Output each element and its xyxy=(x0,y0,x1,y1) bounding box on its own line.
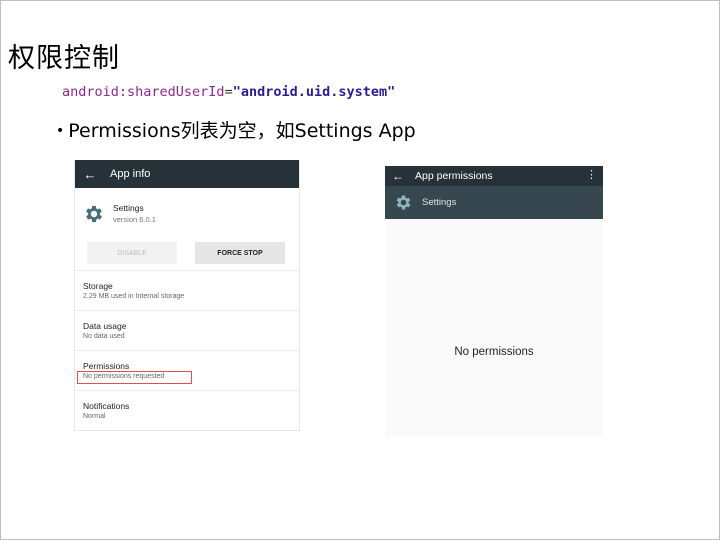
app-name: Settings xyxy=(113,203,144,213)
app-info-toolbar: ← App info xyxy=(75,160,299,188)
gear-icon xyxy=(394,193,413,212)
code-attribute: android:sharedUserId xyxy=(62,84,225,100)
storage-section[interactable]: Storage 2.29 MB used in Internal storage xyxy=(75,270,299,311)
gear-icon xyxy=(83,203,105,225)
data-usage-section[interactable]: Data usage No data used xyxy=(75,310,299,351)
bullet-dot-icon: • xyxy=(56,123,65,139)
slide-title: 权限控制 xyxy=(8,43,120,74)
empty-state-text: No permissions xyxy=(454,346,534,358)
section-heading: Data usage xyxy=(83,321,127,331)
notifications-section[interactable]: Notifications Normal xyxy=(75,390,299,431)
section-subtitle: Normal xyxy=(83,413,106,420)
bullet-point: • Permissions列表为空，如Settings App xyxy=(56,116,416,143)
section-heading: Storage xyxy=(83,281,113,291)
app-header: Settings version 6.0.1 xyxy=(75,188,299,228)
app-version: version 6.0.1 xyxy=(113,215,156,224)
app-permissions-app-name: Settings xyxy=(422,197,457,208)
more-vert-icon[interactable]: ⋮ xyxy=(586,168,597,181)
force-stop-button[interactable]: FORCE STOP xyxy=(195,242,285,264)
section-subtitle: 2.29 MB used in Internal storage xyxy=(83,293,185,300)
app-info-title: App info xyxy=(110,168,151,180)
section-heading: Permissions xyxy=(83,361,130,371)
code-equals: = xyxy=(224,84,233,100)
app-permissions-header: Settings xyxy=(385,186,603,219)
arrow-back-icon[interactable]: ← xyxy=(78,167,102,182)
section-heading: Notifications xyxy=(83,401,130,411)
permissions-section[interactable]: Permissions No permissions requested xyxy=(75,350,299,391)
app-info-screenshot: ← App info Settings version 6.0.1 DISABL… xyxy=(74,160,300,431)
disable-button[interactable]: DISABLE xyxy=(87,242,177,264)
app-permissions-screenshot: ← App permissions ⋮ Settings No permissi… xyxy=(385,166,603,436)
section-subtitle: No data used xyxy=(83,333,125,340)
bullet-text: Permissions列表为空，如Settings App xyxy=(68,120,416,142)
app-permissions-title: App permissions xyxy=(415,170,493,182)
arrow-back-icon[interactable]: ← xyxy=(387,169,409,183)
highlight-box xyxy=(77,371,192,384)
code-value: "android.uid.system" xyxy=(232,84,396,100)
code-snippet: android:sharedUserId="android.uid.system… xyxy=(62,84,395,100)
app-permissions-toolbar: ← App permissions ⋮ xyxy=(385,166,603,186)
